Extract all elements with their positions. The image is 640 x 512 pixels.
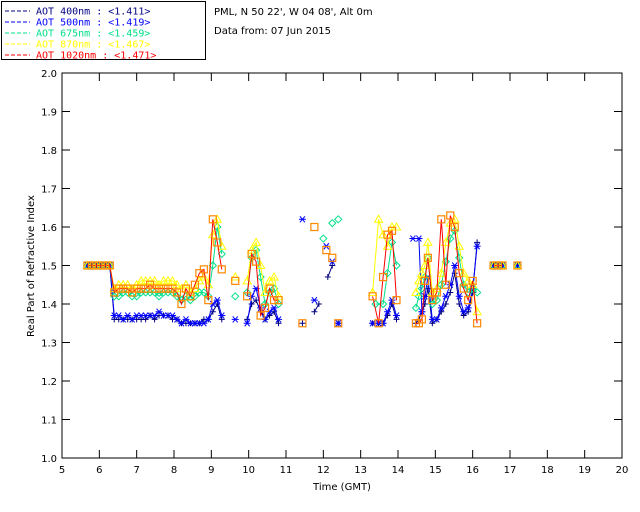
x-tick-label: 6 bbox=[96, 465, 102, 476]
chart-canvas: AOT 400nm : <1.411>AOT 500nm : <1.419>AO… bbox=[1, 1, 628, 493]
date-info: Data from: 07 Jun 2015 bbox=[214, 26, 331, 37]
data-point bbox=[310, 296, 318, 304]
data-point bbox=[231, 292, 240, 301]
y-tick-label: 2.0 bbox=[41, 69, 57, 80]
y-tick-label: 1.7 bbox=[41, 185, 57, 196]
x-tick-label: 5 bbox=[59, 465, 65, 476]
y-tick-label: 1.8 bbox=[41, 146, 57, 157]
y-tick-label: 1.9 bbox=[41, 108, 57, 119]
data-point bbox=[299, 320, 306, 327]
data-point bbox=[315, 301, 322, 307]
x-tick-label: 7 bbox=[133, 465, 139, 476]
y-tick-label: 1.1 bbox=[41, 416, 57, 427]
plot-area bbox=[61, 72, 623, 459]
y-tick-label: 1.6 bbox=[41, 223, 57, 234]
y-tick-label: 1.5 bbox=[41, 262, 57, 273]
series-line bbox=[327, 265, 333, 278]
legend-label: AOT 1020nm : <1.471> bbox=[36, 51, 156, 62]
x-tick-label: 8 bbox=[171, 465, 177, 476]
x-axis-label: Time (GMT) bbox=[312, 482, 371, 493]
data-point bbox=[231, 276, 240, 285]
x-tick-label: 20 bbox=[616, 465, 629, 476]
x-tick-label: 9 bbox=[208, 465, 214, 476]
x-tick-label: 18 bbox=[541, 465, 554, 476]
x-tick-label: 13 bbox=[354, 465, 367, 476]
data-point bbox=[311, 308, 318, 315]
x-tick-label: 15 bbox=[429, 465, 442, 476]
y-axis-label: Real Part of Refractive Index bbox=[26, 195, 37, 337]
data-point bbox=[328, 253, 337, 262]
x-tick-label: 16 bbox=[466, 465, 479, 476]
y-tick-label: 1.3 bbox=[41, 339, 57, 350]
data-point bbox=[319, 234, 328, 243]
data-point bbox=[310, 222, 319, 232]
legend: AOT 400nm : <1.411>AOT 500nm : <1.419>AO… bbox=[1, 1, 206, 62]
data-point bbox=[322, 246, 331, 255]
series-0 bbox=[84, 239, 521, 327]
data-point bbox=[298, 215, 306, 223]
legend-label: AOT 400nm : <1.411> bbox=[36, 7, 150, 18]
x-tick-label: 17 bbox=[504, 465, 517, 476]
data-point bbox=[334, 215, 343, 224]
data-point bbox=[324, 274, 331, 281]
data-point bbox=[328, 218, 337, 228]
legend-label: AOT 675nm : <1.459> bbox=[36, 29, 150, 40]
x-tick-label: 14 bbox=[392, 465, 405, 476]
x-tick-label: 12 bbox=[317, 465, 330, 476]
axes-ticks: 5 6 7 8 9 10 11 12 13 14 15 16 17 18 19 20 1.0 1.1 1.2 1.3 1… bbox=[41, 69, 628, 476]
series-layer bbox=[82, 211, 523, 328]
data-point bbox=[231, 316, 239, 323]
x-tick-label: 10 bbox=[242, 465, 255, 476]
data-point bbox=[230, 272, 241, 281]
y-tick-label: 1.2 bbox=[41, 377, 57, 388]
legend-label: AOT 870nm : <1.467> bbox=[36, 40, 150, 51]
site-info: PML, N 50 22', W 04 08', Alt 0m bbox=[214, 7, 373, 18]
series-line bbox=[313, 303, 320, 312]
series-4 bbox=[83, 211, 522, 328]
y-tick-label: 1.4 bbox=[41, 300, 57, 311]
y-tick-label: 1.0 bbox=[41, 454, 57, 465]
legend-label: AOT 500nm : <1.419> bbox=[36, 18, 150, 29]
x-tick-label: 11 bbox=[280, 465, 293, 476]
x-tick-label: 19 bbox=[578, 465, 591, 476]
data-point bbox=[409, 235, 417, 242]
